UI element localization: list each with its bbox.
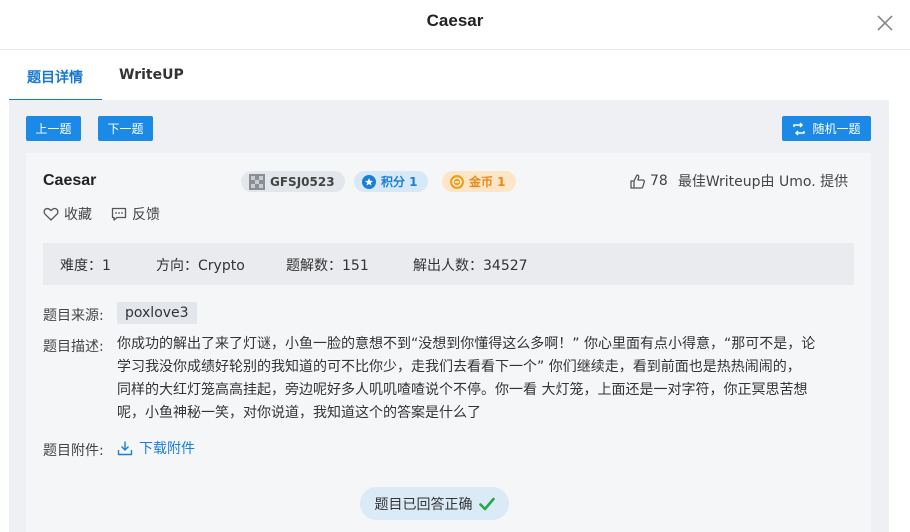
coin-icon — [450, 174, 464, 189]
solved-status-badge: 题目已回答正确 — [360, 487, 509, 520]
modal-header: Caesar — [0, 0, 910, 50]
checkmark-icon — [478, 497, 495, 510]
score-label: 积分 1 — [381, 175, 418, 189]
coin-label: 金币 1 — [469, 175, 506, 189]
content-area: 上一题 下一题 随机一题 Caesar GFSJ0523 积分 1 金币 1 7… — [9, 100, 889, 532]
description-text: 你成功的解出了来了灯谜，小鱼一脸的意想不到“没想到你懂得这么多啊！” 你心里面有… — [117, 333, 857, 425]
description-line: 呢，小鱼神秘一笑，对你说道，我知道这个的答案是什么了 — [117, 405, 481, 421]
description-line: 学习我没你成绩好轮别的我知道的可不比你少，走我们去看看下一个” 你们继续走，看到… — [117, 359, 801, 375]
tab-details[interactable]: 题目详情 — [27, 67, 83, 87]
description-label: 题目描述: — [43, 339, 104, 355]
description-line: 你成功的解出了来了灯谜，小鱼一脸的意想不到“没想到你懂得这么多啊！” 你心里面有… — [117, 336, 816, 352]
tab-bar: 题目详情 WriteUP — [9, 50, 889, 101]
feedback-label: 反馈 — [132, 207, 160, 223]
difficulty-stat: 难度：1 — [60, 258, 111, 274]
random-question-label: 随机一题 — [812, 122, 861, 136]
modal-title: Caesar — [426, 11, 484, 30]
next-question-button[interactable]: 下一题 — [98, 116, 153, 141]
like-count: 78 — [650, 173, 668, 189]
feedback-button[interactable]: 反馈 — [111, 204, 160, 224]
heart-icon — [43, 207, 59, 221]
stats-bar: 难度：1 方向：Crypto 题解数：151 解出人数：34527 — [43, 243, 854, 285]
best-writeup-text[interactable]: 最佳Writeup由 Umo. 提供 — [678, 171, 848, 191]
close-button[interactable] — [876, 14, 894, 32]
thumbs-up-icon[interactable] — [629, 173, 646, 190]
solvers-stat: 解出人数：34527 — [413, 258, 528, 274]
star-icon — [362, 174, 376, 189]
close-icon — [877, 15, 893, 31]
solves-stat: 题解数：151 — [286, 258, 369, 274]
download-attachment-link[interactable]: 下载附件 — [117, 438, 195, 458]
likes-area: 78 最佳Writeup由 Umo. 提供 — [629, 171, 848, 191]
score-badge: 积分 1 — [354, 171, 428, 192]
solved-label: 题目已回答正确 — [374, 496, 473, 513]
comment-icon — [111, 207, 127, 221]
prev-question-button[interactable]: 上一题 — [26, 116, 81, 141]
question-card: Caesar GFSJ0523 积分 1 金币 1 78 最佳Writeup由 … — [26, 153, 871, 532]
attachment-label: 题目附件: — [43, 443, 104, 459]
question-title: Caesar — [43, 172, 97, 189]
source-label: 题目来源: — [43, 308, 104, 324]
favorite-button[interactable]: 收藏 — [43, 204, 92, 224]
coin-badge: 金币 1 — [442, 171, 516, 192]
tab-writeup[interactable]: WriteUP — [119, 67, 184, 83]
author-badge[interactable]: GFSJ0523 — [241, 171, 345, 192]
shuffle-icon — [793, 121, 806, 136]
download-icon — [117, 441, 133, 456]
download-label: 下载附件 — [139, 441, 195, 457]
author-name: GFSJ0523 — [270, 174, 335, 189]
favorite-label: 收藏 — [64, 207, 92, 223]
direction-stat: 方向：Crypto — [156, 258, 245, 274]
avatar-icon — [249, 173, 265, 190]
source-tag: poxlove3 — [117, 302, 197, 324]
random-question-button[interactable]: 随机一题 — [782, 116, 871, 141]
description-line: 同样的大红灯笼高高挂起，旁边呢好多人叽叽喳喳说个不停。你一看 大灯笼，上面还是一… — [117, 382, 808, 398]
